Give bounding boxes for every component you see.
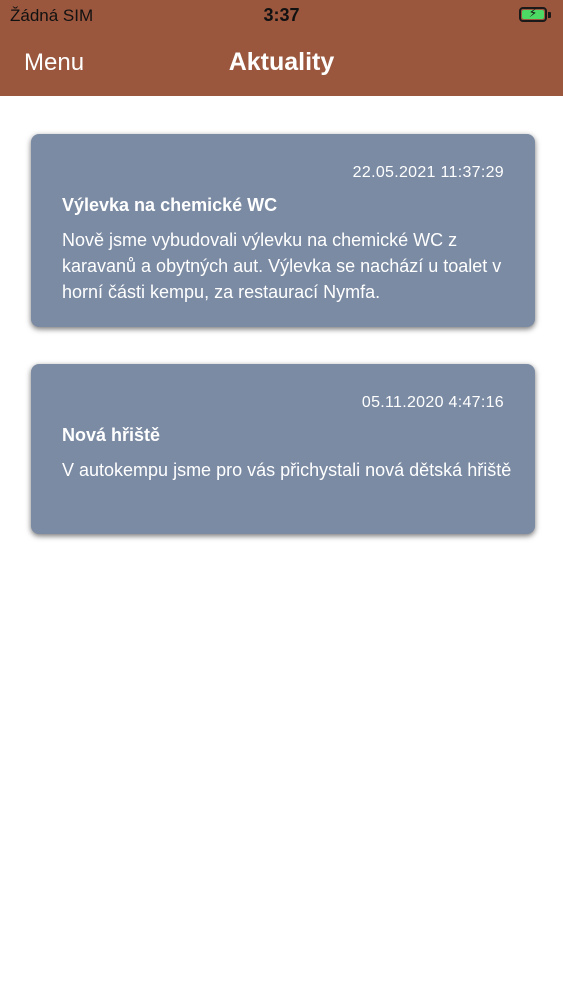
navigation-bar: Menu Aktuality <box>0 36 563 92</box>
news-body: Nově jsme vybudovali výlevku na chemické… <box>62 230 502 302</box>
page-title: Aktuality <box>228 48 335 76</box>
news-title: Výlevka na chemické WC <box>62 195 278 215</box>
status-bar: Žádná SIM 3:37 ⚡ <box>0 0 563 32</box>
battery-fill: ⚡ <box>522 6 544 20</box>
battery-cap <box>548 12 551 18</box>
news-body: V autokempu jsme pro vás přichystali nov… <box>62 460 512 480</box>
news-title: Nová hřiště <box>62 425 161 445</box>
news-date: 22.05.2021 11:37:29 <box>352 164 504 181</box>
charging-bolt-icon: ⚡ <box>528 6 538 20</box>
battery-charging-icon: ⚡ <box>519 6 547 22</box>
news-card[interactable]: 05.11.2020 4:47:16 Nová hřiště V autokem… <box>31 364 535 534</box>
status-time: 3:37 <box>263 5 300 25</box>
news-card[interactable]: 22.05.2021 11:37:29 Výlevka na chemické … <box>31 134 535 327</box>
app-header: Žádná SIM 3:37 ⚡ Menu Aktuality <box>0 0 563 96</box>
news-date: 05.11.2020 4:47:16 <box>361 394 504 411</box>
